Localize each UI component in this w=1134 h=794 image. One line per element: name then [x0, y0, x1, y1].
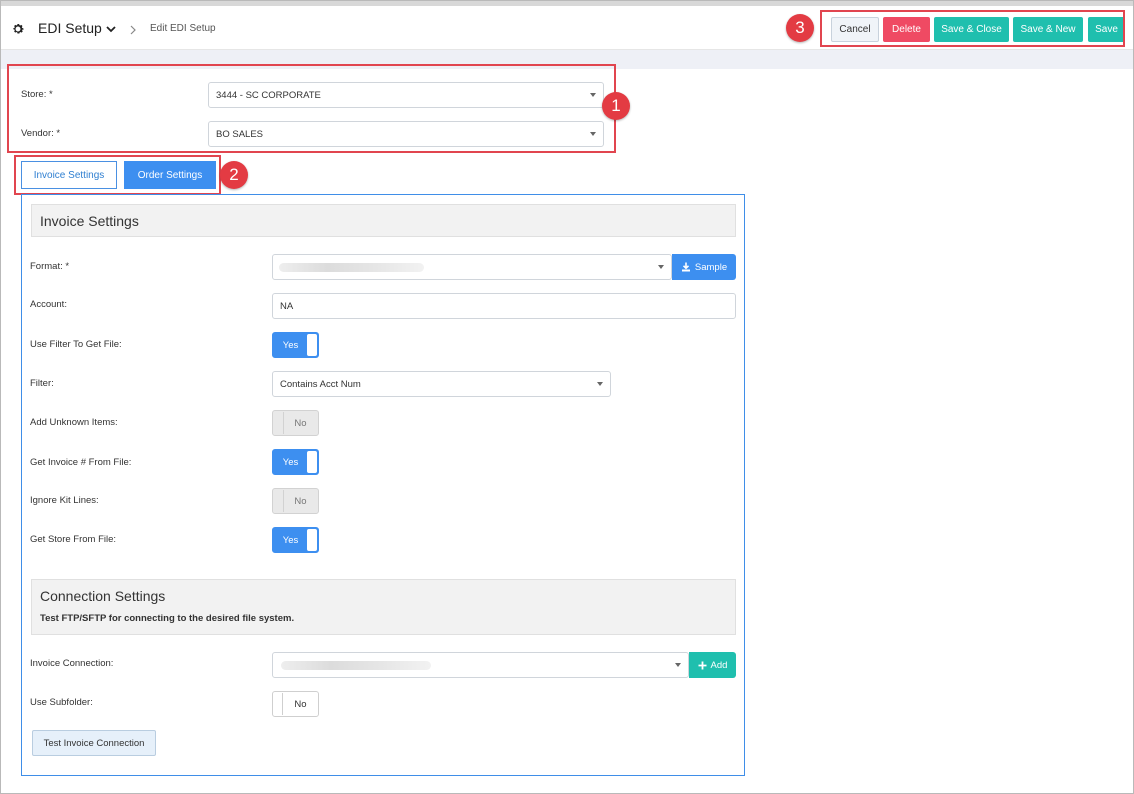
callout-badge-3: 3 — [786, 14, 814, 42]
add-unknown-label: Add Unknown Items: — [30, 417, 118, 428]
get-store-label: Get Store From File: — [30, 534, 117, 545]
chevron-right-icon — [130, 25, 136, 35]
get-invoice-label: Get Invoice # From File: — [30, 457, 132, 468]
ignore-kit-label: Ignore Kit Lines: — [30, 495, 99, 506]
section-title: Invoice Settings — [40, 213, 139, 229]
toggle-knob — [307, 334, 317, 356]
toggle-label: Yes — [282, 534, 299, 546]
test-invoice-connection-button[interactable]: Test Invoice Connection — [32, 730, 156, 756]
use-subfolder-label: Use Subfolder: — [30, 697, 93, 708]
use-subfolder-toggle[interactable]: No — [272, 691, 319, 717]
callout-badge-1: 1 — [602, 92, 630, 120]
add-button-label: Add — [710, 659, 728, 671]
toggle-label: Yes — [282, 339, 299, 351]
get-store-toggle[interactable]: Yes — [272, 527, 319, 553]
plus-icon — [698, 661, 707, 669]
use-filter-toggle[interactable]: Yes — [272, 332, 319, 358]
invoice-settings-panel — [21, 194, 745, 776]
caret-down-icon — [658, 265, 664, 269]
invoice-connection-select[interactable] — [272, 652, 689, 678]
toggle-label: No — [294, 495, 307, 507]
toggle-label: No — [294, 417, 307, 429]
callout-highlight-tabs — [14, 155, 221, 195]
filter-select[interactable]: Contains Acct Num — [272, 371, 611, 397]
gear-icon[interactable] — [11, 22, 25, 36]
invoice-connection-label: Invoice Connection: — [30, 658, 114, 669]
callout-highlight-actions — [820, 10, 1125, 47]
toggle-knob — [274, 693, 283, 715]
account-input[interactable]: NA — [272, 293, 736, 319]
filter-select-value: Contains Acct Num — [280, 378, 361, 390]
toggle-label: Yes — [282, 456, 299, 468]
callout-highlight-store-vendor — [7, 64, 616, 153]
section-title: Connection Settings — [40, 588, 166, 604]
sample-button-label: Sample — [694, 261, 728, 273]
use-filter-label: Use Filter To Get File: — [30, 339, 122, 350]
format-select[interactable] — [272, 254, 672, 280]
account-input-value: NA — [280, 300, 294, 312]
filter-label: Filter: — [30, 378, 54, 389]
invoice-settings-header: Invoice Settings — [31, 204, 736, 237]
download-icon — [681, 262, 690, 272]
section-subtitle: Test FTP/SFTP for connecting to the desi… — [40, 613, 295, 624]
add-unknown-toggle[interactable]: No — [272, 410, 319, 436]
account-label: Account: — [30, 299, 67, 310]
caret-down-icon — [597, 382, 603, 386]
caret-down-icon — [675, 663, 681, 667]
format-label: Format: * — [30, 261, 70, 272]
redacted-value — [279, 263, 424, 272]
redacted-value — [281, 661, 431, 670]
add-connection-button[interactable]: Add — [689, 652, 736, 678]
breadcrumb: Edit EDI Setup — [150, 23, 216, 34]
callout-badge-2: 2 — [220, 161, 248, 189]
get-invoice-toggle[interactable]: Yes — [272, 449, 319, 475]
toggle-label: No — [294, 698, 307, 710]
app-title: EDI Setup — [38, 20, 102, 36]
toggle-knob — [307, 529, 317, 551]
ignore-kit-toggle[interactable]: No — [272, 488, 319, 514]
toggle-knob — [307, 451, 317, 473]
connection-settings-header: Connection Settings Test FTP/SFTP for co… — [31, 579, 736, 635]
chevron-down-icon[interactable] — [105, 24, 117, 34]
sample-button[interactable]: Sample — [672, 254, 736, 280]
